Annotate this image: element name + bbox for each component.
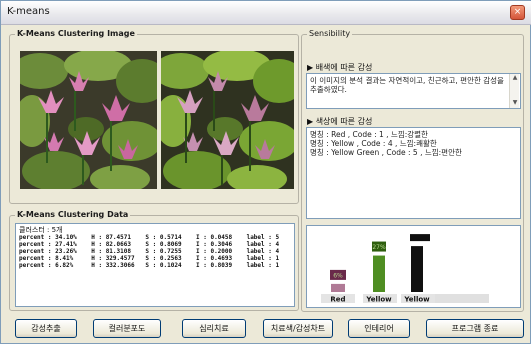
psych-therapy-button[interactable]: 심리치료 — [182, 319, 246, 338]
chart-tick-label: Red — [330, 296, 345, 304]
chart-tick-bg — [435, 294, 489, 303]
color-line: 명칭 : Red , Code : 1 , 느낌:강렬한 — [310, 130, 428, 139]
color-sensibility-box[interactable]: 명칭 : Red , Code : 1 , 느낌:강렬한 명칭 : Yellow… — [306, 127, 521, 219]
chart-canvas: 6% Red 27% Yellow Yellow — [321, 234, 489, 304]
cluster-row: percent : 8.41% H : 329.4577 S : 0.2563 … — [19, 255, 280, 262]
vertical-scrollbar[interactable]: ▲ ▼ — [509, 74, 519, 108]
extract-sensibility-button[interactable]: 감성추출 — [15, 319, 77, 338]
cluster-row: percent : 34.10% H : 87.4571 S : 0.5714 … — [19, 234, 280, 241]
data-group-label: K-Means Clustering Data — [15, 210, 131, 219]
chart-data-label: 6% — [333, 272, 343, 279]
clustered-image — [161, 51, 294, 189]
cluster-row: percent : 27.41% H : 82.0663 S : 0.8069 … — [19, 241, 280, 248]
close-icon: × — [513, 7, 522, 17]
chart-bar — [373, 255, 385, 292]
color-distribution-button[interactable]: 컬러분포도 — [93, 319, 161, 338]
cluster-row: percent : 6.82% H : 332.3066 S : 0.1024 … — [19, 262, 280, 269]
chart-data-label: 27% — [372, 244, 386, 251]
bg-sensibility-value: 이 이미지의 분석 결과는 자연적이고, 친근하고, 편안한 감성을 추출하였다… — [310, 76, 504, 94]
bg-sensibility-text[interactable]: 이 이미지의 분석 결과는 자연적이고, 친근하고, 편안한 감성을 추출하였다… — [306, 73, 521, 109]
title-bar[interactable]: K-means × — [1, 1, 531, 25]
cluster-data-box[interactable]: 클러스터 : 5개 percent : 34.10% H : 87.4571 S… — [15, 223, 295, 307]
interior-button[interactable]: 인테리어 — [348, 319, 410, 338]
color-line: 명칭 : Yellow , Code : 4 , 느낌:쾌활한 — [310, 139, 437, 148]
sensibility-group-label: Sensibility — [307, 29, 353, 38]
color-line: 명칭 : Yellow Green , Code : 5 , 느낌:편안한 — [310, 148, 462, 157]
bg-sensibility-heading: ▶ 배색에 따른 감성 — [307, 63, 373, 72]
clustered-lily-photo — [161, 51, 294, 189]
therapy-chart-button[interactable]: 치료색/감성차트 — [263, 319, 333, 338]
original-image — [20, 51, 157, 189]
scroll-up-icon[interactable]: ▲ — [511, 74, 519, 82]
main-window: K-means × K-Means Clustering Image K-Mea… — [0, 0, 531, 344]
color-sensibility-heading: ▶ 색상에 따른 감성 — [307, 117, 373, 126]
cluster-row: percent : 23.26% H : 81.3108 S : 0.7255 … — [19, 248, 280, 255]
image-group-label: K-Means Clustering Image — [15, 29, 137, 38]
chart-bar — [411, 246, 423, 292]
chart-bar-cap — [410, 234, 430, 242]
chart-bar — [331, 283, 345, 292]
scroll-down-icon[interactable]: ▼ — [511, 99, 519, 107]
chart-tick-label: Yellow — [365, 296, 392, 304]
chart-tick-label: Yellow — [403, 296, 430, 304]
exit-program-button[interactable]: 프로그램 종료 — [426, 319, 524, 338]
close-button[interactable]: × — [510, 5, 525, 20]
cluster-count: 클러스터 : 5개 — [19, 226, 63, 234]
water-lily-photo — [20, 51, 157, 189]
window-title: K-means — [7, 6, 50, 17]
color-bar-chart: 6% Red 27% Yellow Yellow — [306, 225, 521, 308]
